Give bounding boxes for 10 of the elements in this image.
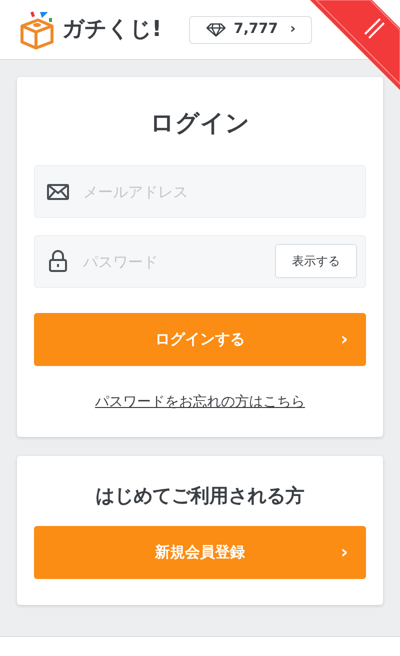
envelope-icon — [47, 184, 69, 200]
menu-corner-ribbon[interactable] — [310, 0, 400, 90]
forgot-password-link[interactable]: パスワードをお忘れの方はこちら — [95, 392, 305, 413]
show-password-button[interactable]: 表示する — [275, 244, 357, 278]
logo-text: ガチくじ! — [62, 16, 162, 44]
gem-balance-button[interactable]: 7,777 › — [189, 16, 312, 44]
lock-icon — [49, 250, 67, 272]
signup-title: はじめてご利用される方 — [94, 484, 306, 509]
diamond-icon — [206, 22, 226, 36]
login-title: ログイン — [149, 108, 251, 139]
